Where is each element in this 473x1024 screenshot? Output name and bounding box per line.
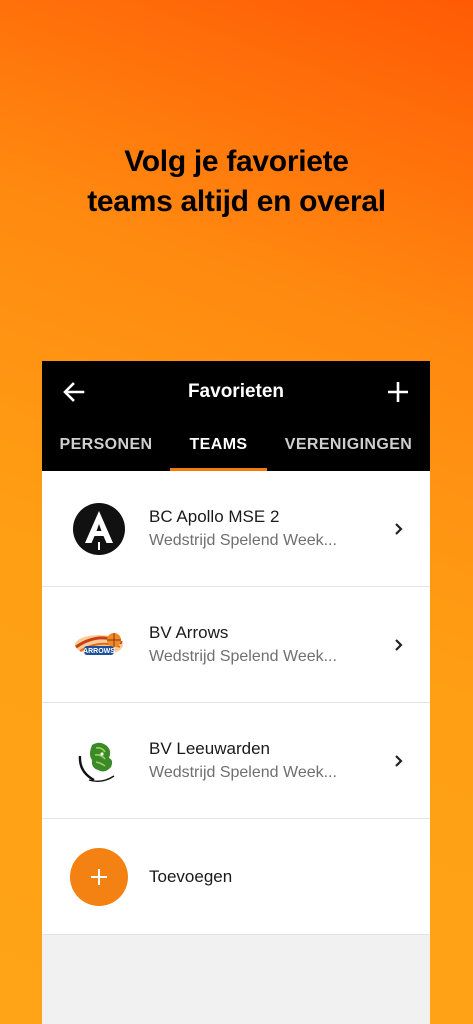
svg-text:ARROWS: ARROWS: [83, 648, 115, 655]
leeuwarden-logo: [70, 732, 128, 790]
hero-heading: Volg je favoriete teams altijd en overal: [0, 142, 473, 222]
add-team-row[interactable]: Toevoegen: [42, 819, 430, 935]
chevron-right-icon: [395, 754, 403, 767]
plus-icon: [91, 868, 107, 885]
chevron-right-icon: [395, 638, 403, 651]
teams-list: BC Apollo MSE 2 Wedstrijd Spelend Week..…: [42, 471, 430, 935]
hero-line-1: Volg je favoriete: [124, 145, 349, 178]
add-team-button[interactable]: [70, 847, 128, 906]
apollo-logo: [70, 500, 128, 558]
tab-bar: PERSONEN TEAMS VERENIGINGEN: [42, 423, 430, 471]
tab-personen[interactable]: PERSONEN: [42, 423, 170, 471]
list-item[interactable]: ARROWS BV Arrows Wedstrijd Spelend Week.…: [42, 587, 430, 703]
hero-line-2: teams altijd en overal: [87, 185, 386, 218]
screen-title: Favorieten: [187, 381, 285, 402]
chevron-right-icon: [395, 522, 403, 535]
list-item[interactable]: BV Leeuwarden Wedstrijd Spelend Week...: [42, 703, 430, 819]
team-texts: BV Arrows Wedstrijd Spelend Week...: [149, 621, 392, 669]
tab-teams[interactable]: TEAMS: [170, 423, 267, 471]
team-texts: BV Leeuwarden Wedstrijd Spelend Week...: [149, 737, 392, 785]
team-subtitle: Wedstrijd Spelend Week...: [149, 531, 337, 549]
team-name: BV Leeuwarden: [149, 738, 270, 758]
team-name: BV Arrows: [149, 622, 229, 642]
arrows-logo: ARROWS: [70, 616, 128, 674]
plus-icon: [388, 382, 408, 402]
add-favorite-button[interactable]: [384, 378, 412, 406]
team-subtitle: Wedstrijd Spelend Week...: [149, 763, 337, 781]
team-subtitle: Wedstrijd Spelend Week...: [149, 647, 337, 665]
phone-screen: Favorieten PERSONEN TEAMS VERENIGINGEN B…: [42, 361, 430, 1024]
tab-verenigingen[interactable]: VERENIGINGEN: [267, 423, 430, 471]
add-team-label: Toevoegen: [149, 866, 233, 886]
team-texts: BC Apollo MSE 2 Wedstrijd Spelend Week..…: [149, 505, 392, 553]
app-bar: Favorieten PERSONEN TEAMS VERENIGINGEN: [42, 361, 430, 471]
toolbar: Favorieten: [42, 361, 430, 423]
team-name: BC Apollo MSE 2: [149, 506, 280, 526]
list-item[interactable]: BC Apollo MSE 2 Wedstrijd Spelend Week..…: [42, 471, 430, 587]
